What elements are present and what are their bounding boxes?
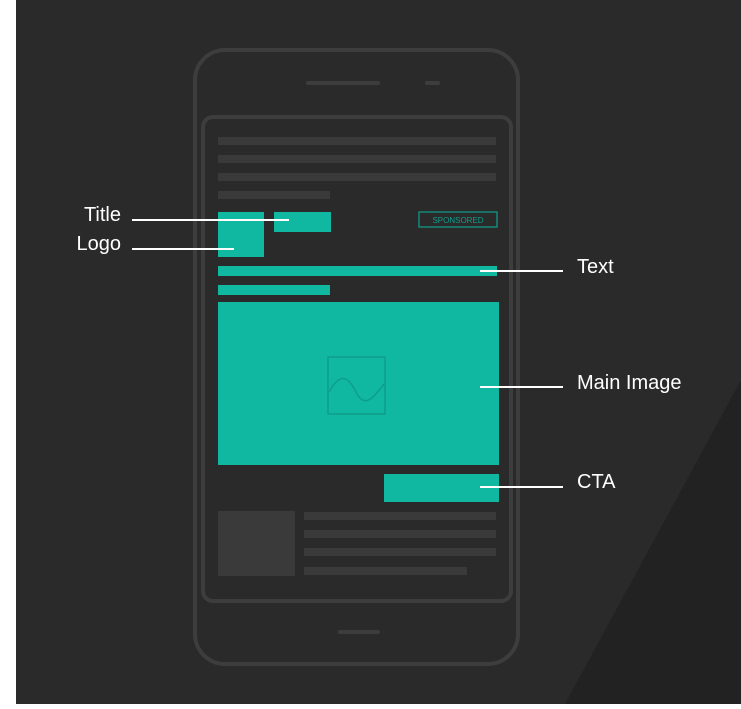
callout-cta-label: CTA <box>577 471 616 493</box>
content-line <box>304 548 496 556</box>
content-line <box>218 155 496 163</box>
diagram-canvas: SPONSORED Title Logo Text Main Image CTA <box>16 0 741 704</box>
content-line <box>304 567 467 575</box>
ad-logo-block <box>218 212 264 257</box>
content-line <box>218 191 330 199</box>
ad-text-line <box>218 285 330 295</box>
callout-title-label: Title <box>84 204 121 226</box>
content-thumbnail <box>218 511 295 576</box>
content-line <box>304 512 496 520</box>
content-line <box>218 137 496 145</box>
callout-main-image-label: Main Image <box>577 372 682 394</box>
native-ad-anatomy-diagram: SPONSORED Title Logo Text Main Image CTA <box>0 0 741 704</box>
ad-title-block <box>274 212 331 232</box>
callout-logo-label: Logo <box>77 233 122 255</box>
content-line <box>218 173 496 181</box>
content-line <box>304 530 496 538</box>
ad-text-line <box>218 266 497 276</box>
ad-main-image-block <box>218 302 499 465</box>
callout-text-label: Text <box>577 256 614 278</box>
sponsored-badge-text: SPONSORED <box>432 216 483 225</box>
